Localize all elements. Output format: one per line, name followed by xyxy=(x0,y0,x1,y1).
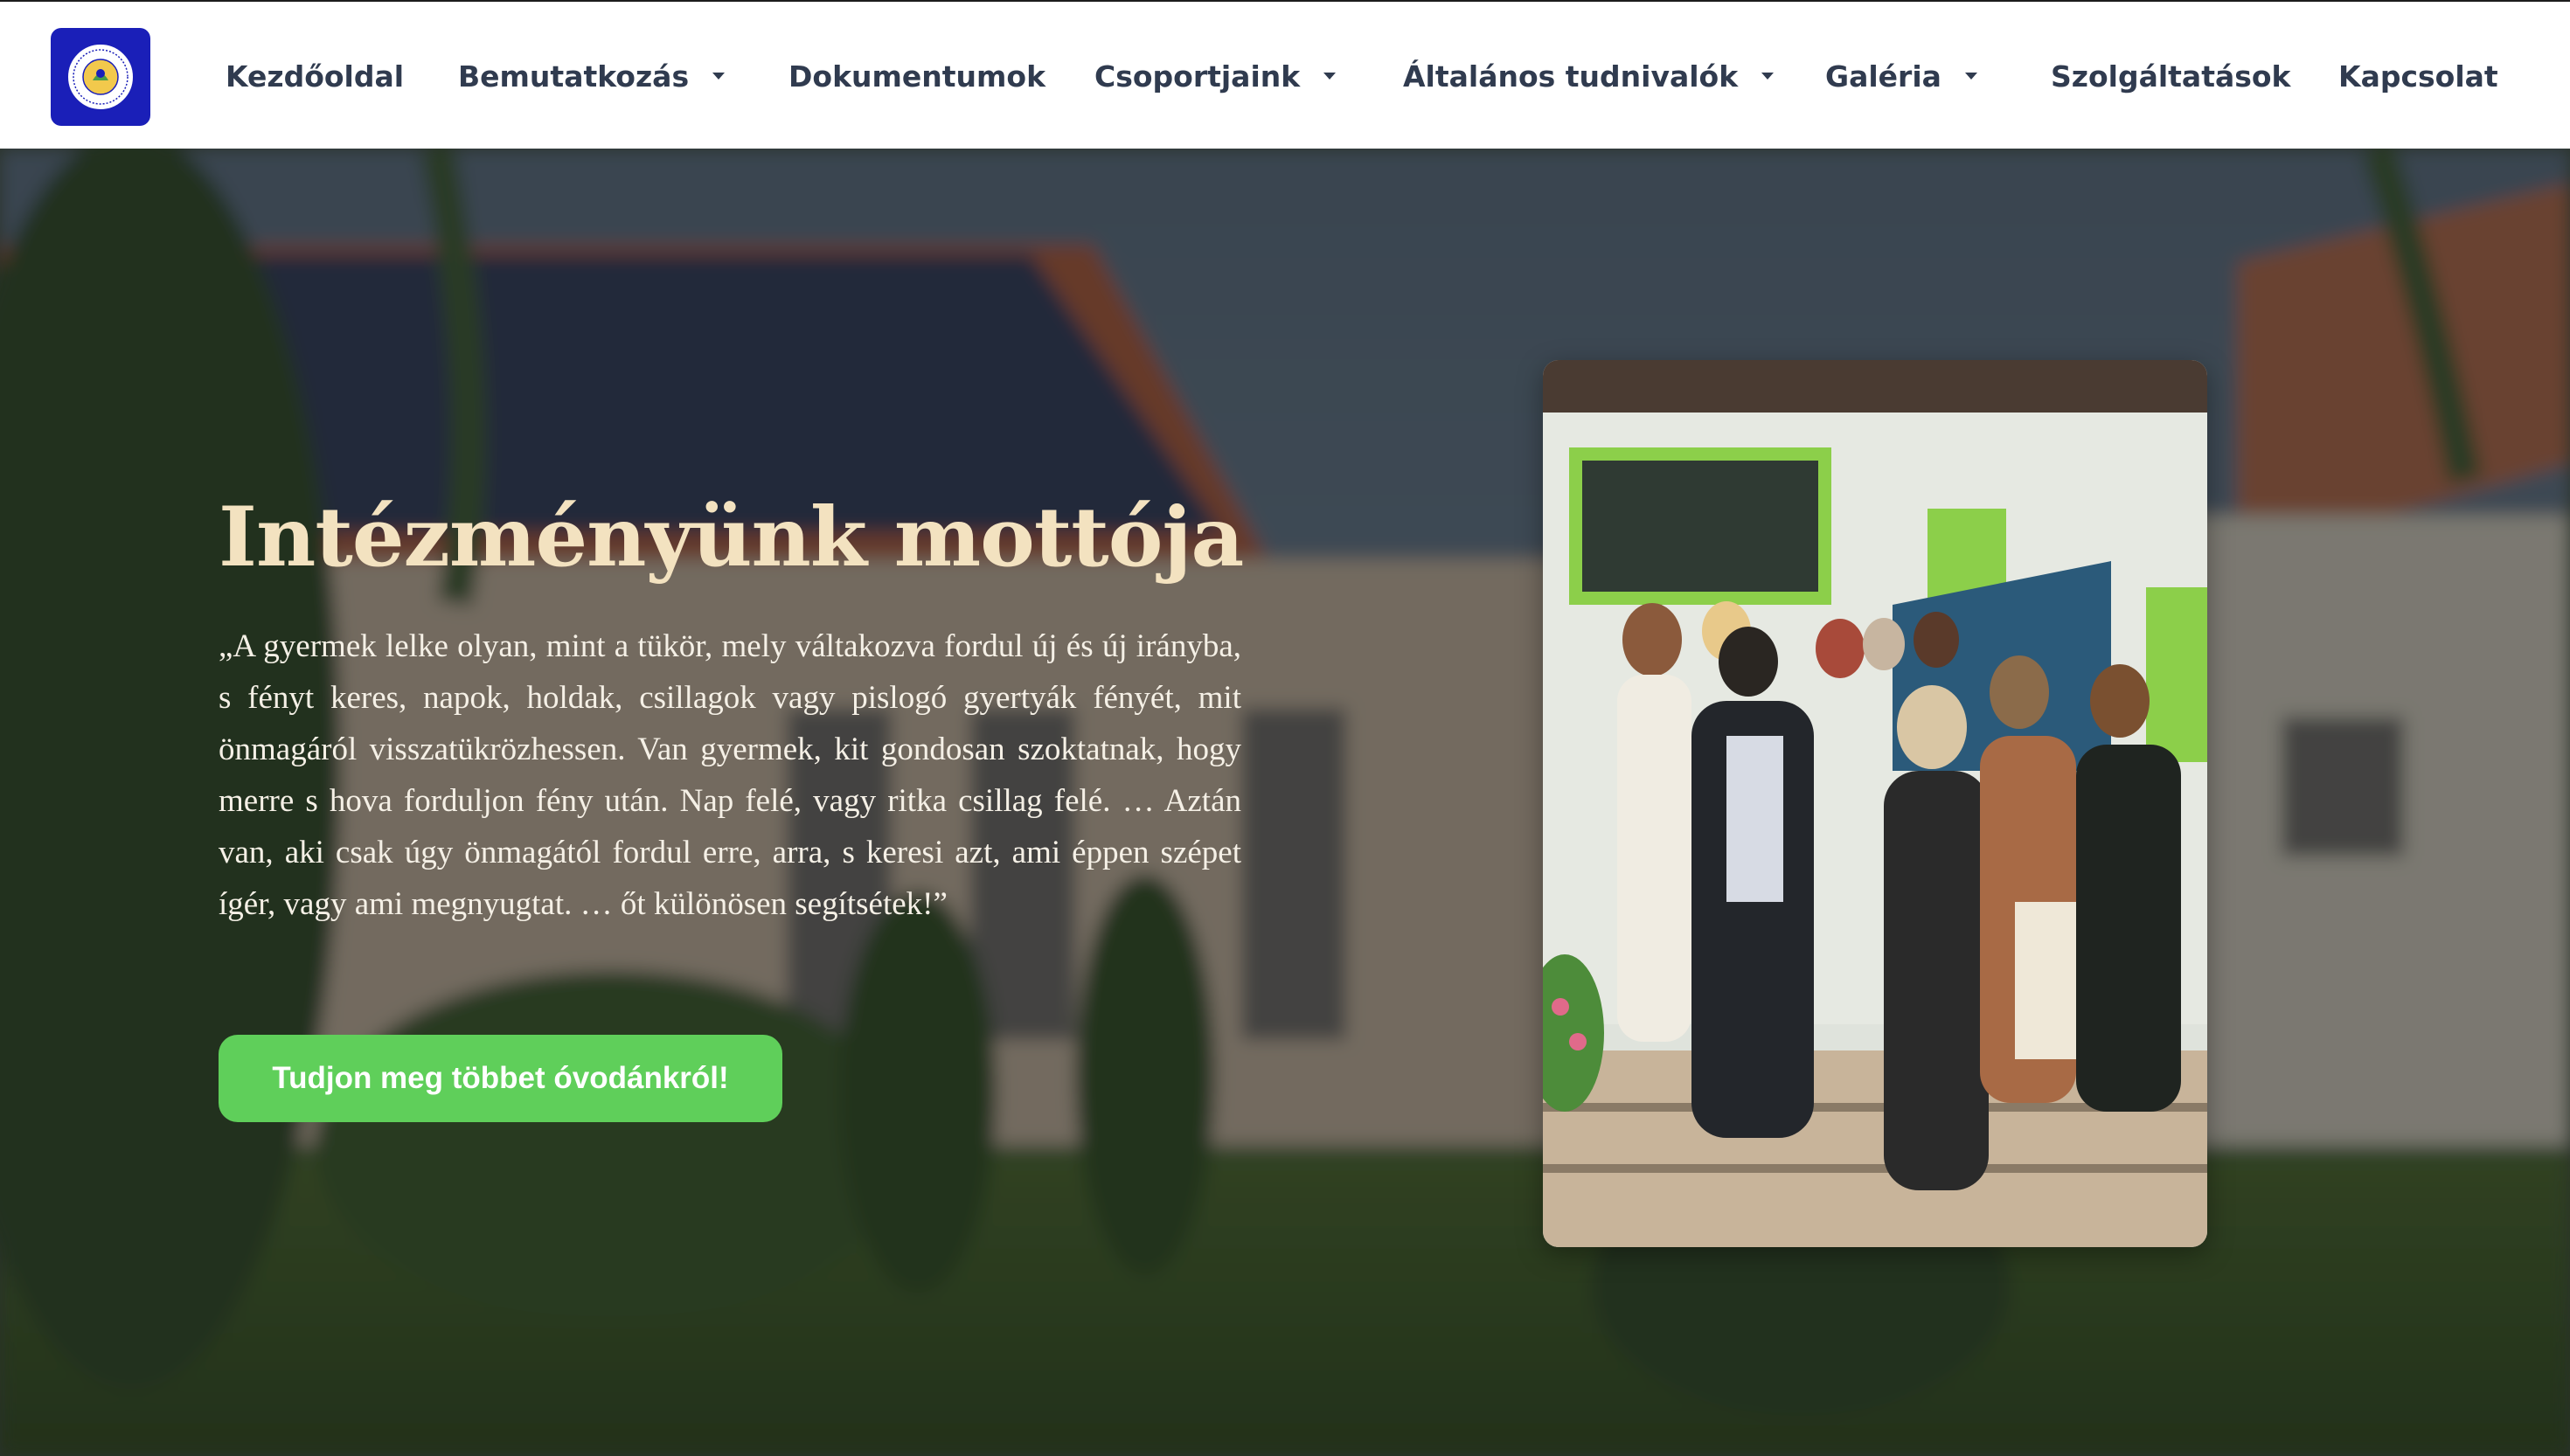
nav-item-csoportjaink[interactable]: Csoportjaink xyxy=(1094,54,1340,98)
nav-item-altalanos-tudnivalok[interactable]: Általános tudnivalók xyxy=(1403,54,1778,98)
nav-item-label: Szolgáltatások xyxy=(2051,59,2291,94)
nav-item-label: Galéria xyxy=(1825,59,1941,94)
chevron-down-icon xyxy=(712,73,726,80)
top-navbar: Kezdőoldal Bemutatkozás Dokumentumok Cso… xyxy=(0,0,2570,149)
chevron-down-icon xyxy=(1964,73,1977,80)
nav-item-label: Kapcsolat xyxy=(2338,59,2498,94)
learn-more-button[interactable]: Tudjon meg többet óvodánkról! xyxy=(219,1035,782,1122)
nav-item-dokumentumok[interactable]: Dokumentumok xyxy=(788,54,1045,98)
nav-item-kapcsolat[interactable]: Kapcsolat xyxy=(2338,54,2498,98)
hero-section: Intézményünk mottója „A gyermek lelke ol… xyxy=(0,149,2570,1456)
nav-item-kezdooldal[interactable]: Kezdőoldal xyxy=(226,54,404,98)
kindergarten-emblem-icon[interactable] xyxy=(51,28,150,126)
hero-quote: „A gyermek lelke olyan, mint a tükör, me… xyxy=(219,628,1241,922)
nav-item-label: Dokumentumok xyxy=(788,59,1046,94)
staff-group-photo xyxy=(1543,360,2207,1247)
nav-item-bemutatkozas[interactable]: Bemutatkozás xyxy=(458,54,729,98)
chevron-down-icon xyxy=(1761,73,1775,80)
hero-title: Intézményünk mottója xyxy=(219,489,1244,586)
nav-item-szolgaltatasok[interactable]: Szolgáltatások xyxy=(2051,54,2291,98)
nav-item-label: Általános tudnivalók xyxy=(1403,59,1739,94)
nav-item-label: Kezdőoldal xyxy=(226,59,405,94)
nav-item-galeria[interactable]: Galéria xyxy=(1825,54,1982,98)
nav-item-label: Bemutatkozás xyxy=(458,59,690,94)
chevron-down-icon xyxy=(1323,73,1337,80)
nav-item-label: Csoportjaink xyxy=(1094,59,1301,94)
